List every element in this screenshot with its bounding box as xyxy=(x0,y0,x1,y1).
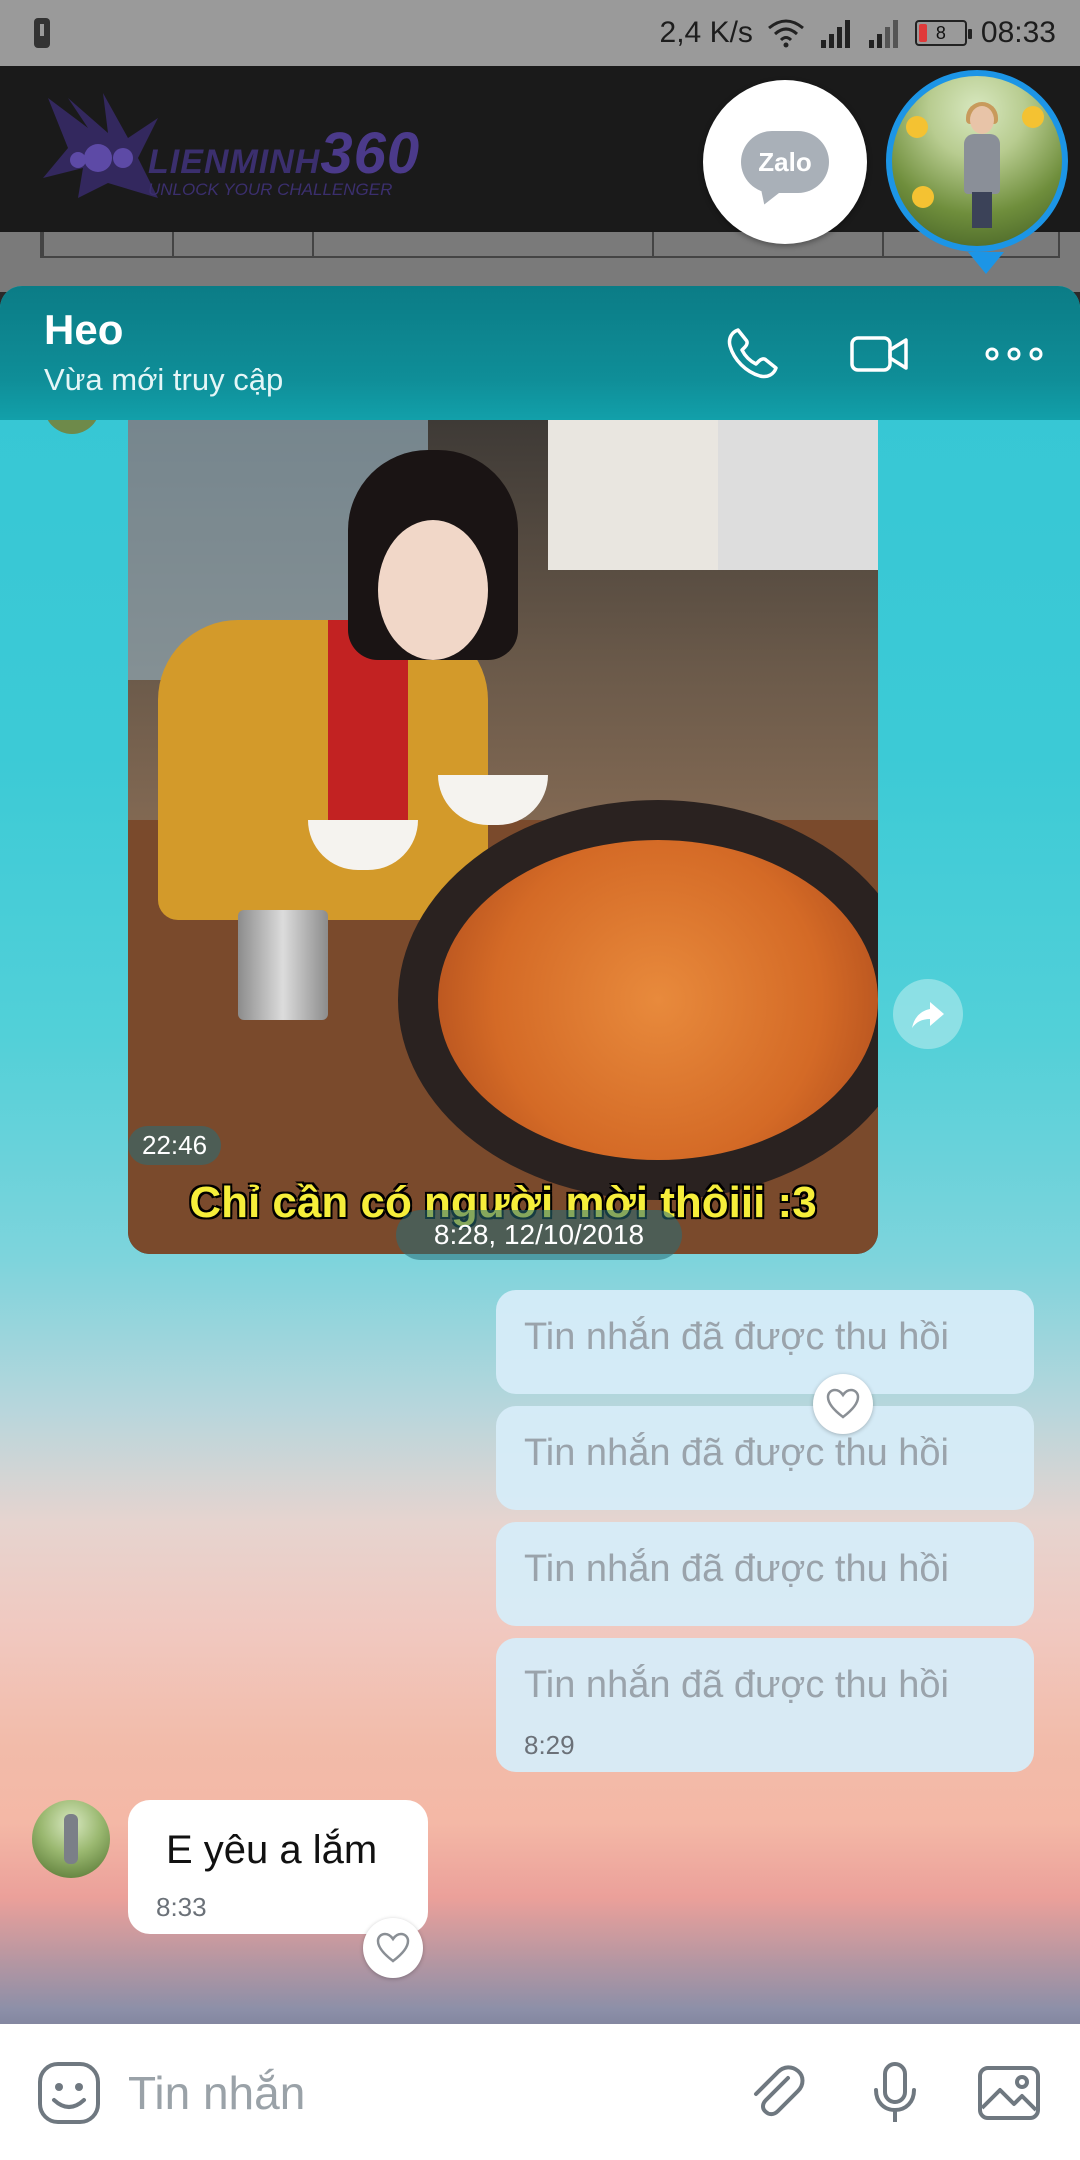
battery-icon: 8 xyxy=(914,20,972,46)
paperclip-icon xyxy=(754,2065,805,2117)
heart-icon xyxy=(376,1932,410,1963)
heart-icon xyxy=(826,1388,860,1419)
microphone-icon xyxy=(874,2062,916,2122)
share-button[interactable] xyxy=(893,979,963,1049)
sticker-button[interactable] xyxy=(34,2058,104,2128)
zalo-chat-head[interactable]: Zalo xyxy=(703,80,867,244)
voice-call-button[interactable] xyxy=(720,322,784,386)
message-input[interactable]: Tin nhắn xyxy=(128,2066,305,2120)
contact-chat-head[interactable] xyxy=(886,70,1068,252)
react-heart-button[interactable] xyxy=(363,1918,423,1978)
image-icon xyxy=(978,2066,1040,2120)
message-timestamp: 8:29 xyxy=(524,1730,575,1760)
video-call-button[interactable] xyxy=(848,322,912,386)
share-arrow-icon xyxy=(912,1002,944,1028)
battery-level: 8 xyxy=(935,22,946,43)
recalled-message[interactable]: Tin nhắn đã được thu hồi 8:29 xyxy=(496,1638,1034,1772)
recalled-message-text: Tin nhắn đã được thu hồi xyxy=(524,1664,949,1706)
lienminh-logo: LIENMINH360 UNLOCK YOUR CHALLENGER xyxy=(28,88,419,208)
photo-message[interactable]: Chỉ cần có người mời thôiii :3 xyxy=(128,420,878,1254)
more-options-button[interactable] xyxy=(982,322,1046,386)
chat-window: Heo Vừa mới truy cập Chỉ cần có người mờ… xyxy=(0,286,1080,2160)
recalled-message-text: Tin nhắn đã được thu hồi xyxy=(524,1432,949,1474)
recalled-message-text: Tin nhắn đã được thu hồi xyxy=(524,1548,949,1590)
more-dots-icon xyxy=(985,347,1043,361)
recalled-message-text: Tin nhắn đã được thu hồi xyxy=(524,1316,949,1358)
network-speed: 2,4 K/s xyxy=(659,16,753,49)
date-separator-text: 8:28, 12/10/2018 xyxy=(433,1219,645,1250)
signal-icon-2 xyxy=(868,20,898,48)
contact-photo xyxy=(962,102,1002,228)
wifi-icon xyxy=(767,19,804,48)
contact-name[interactable]: Heo xyxy=(44,306,123,354)
zalo-label: Zalo xyxy=(758,146,812,177)
video-camera-icon xyxy=(850,336,908,372)
smiley-icon xyxy=(38,2062,100,2124)
brand-number: 360 xyxy=(320,121,421,186)
recalled-message[interactable]: Tin nhắn đã được thu hồi xyxy=(496,1406,1034,1510)
message-timestamp: 8:33 xyxy=(156,1892,207,1922)
react-heart-button[interactable] xyxy=(813,1374,873,1434)
clock: 08:33 xyxy=(980,16,1056,49)
incoming-message-text: E yêu a lắm xyxy=(166,1828,378,1872)
brand-text: LIENMINH xyxy=(148,143,321,181)
gallery-button[interactable] xyxy=(974,2058,1044,2128)
chat-header: Heo Vừa mới truy cập xyxy=(0,286,1080,420)
phone-icon xyxy=(727,328,778,379)
voice-record-button[interactable] xyxy=(860,2058,930,2128)
brand-tagline: UNLOCK YOUR CHALLENGER xyxy=(148,180,393,199)
incoming-message[interactable]: E yêu a lắm 8:33 xyxy=(128,1800,428,1934)
active-head-pointer xyxy=(968,252,1004,274)
date-separator: 8:28, 12/10/2018 xyxy=(396,1210,682,1260)
status-bar: 2,4 K/s 8 08:33 xyxy=(0,0,1080,66)
attach-button[interactable] xyxy=(742,2058,812,2128)
notification-icon xyxy=(34,18,50,48)
status-indicators: 2,4 K/s 8 08:33 xyxy=(660,0,1056,66)
brand-name: LIENMINH360 xyxy=(148,120,420,187)
signal-icon xyxy=(820,20,850,48)
zalo-logo-icon: Zalo xyxy=(741,131,829,193)
contact-avatar[interactable] xyxy=(32,1800,110,1878)
background-table xyxy=(0,232,1080,292)
recalled-message[interactable]: Tin nhắn đã được thu hồi xyxy=(496,1290,1034,1394)
message-input-bar: Tin nhắn xyxy=(0,2024,1080,2160)
contact-status: Vừa mới truy cập xyxy=(44,362,284,397)
recalled-message[interactable]: Tin nhắn đã được thu hồi xyxy=(496,1522,1034,1626)
photo-timestamp: 22:46 xyxy=(128,1126,222,1165)
